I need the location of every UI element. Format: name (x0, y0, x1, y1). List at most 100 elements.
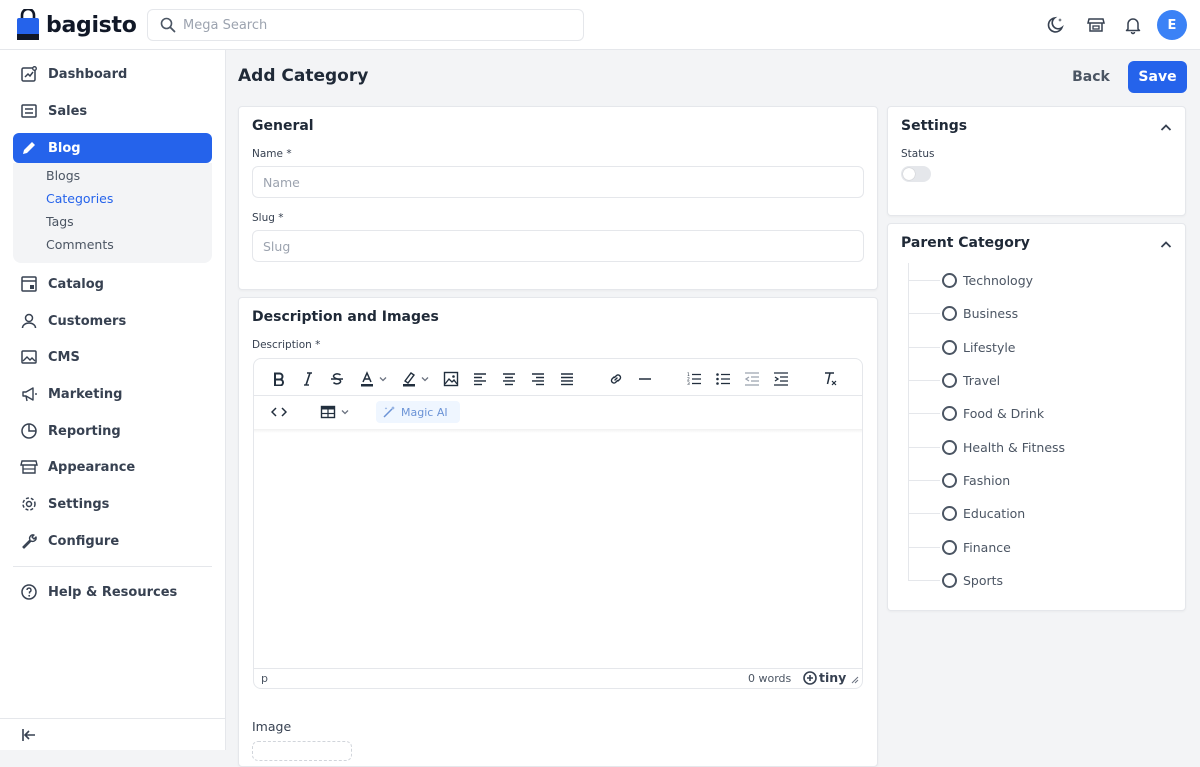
radio-button[interactable] (942, 539, 957, 555)
radio-button[interactable] (942, 339, 957, 355)
category-option[interactable]: Lifestyle (908, 337, 1016, 357)
category-option-label: Food & Drink (963, 405, 1045, 421)
align-left-icon[interactable] (468, 367, 492, 391)
submenu-tags[interactable]: Tags (46, 214, 74, 229)
save-button[interactable]: Save (1128, 61, 1187, 93)
align-center-icon[interactable] (497, 367, 521, 391)
help-icon (19, 582, 39, 602)
logo[interactable]: bagisto (16, 9, 137, 41)
catalog-icon (19, 274, 39, 294)
nav-label: Customers (48, 313, 127, 329)
source-code-icon[interactable] (267, 400, 291, 424)
back-button[interactable]: Back (1064, 62, 1118, 92)
chevron-down-icon[interactable] (338, 400, 352, 424)
nav-catalog[interactable]: Catalog (13, 269, 212, 299)
word-count[interactable]: 0 words (748, 672, 791, 685)
mega-search[interactable] (147, 9, 584, 41)
nav-configure[interactable]: Configure (13, 526, 212, 556)
radio-button[interactable] (942, 572, 957, 588)
notification-bell-icon[interactable] (1122, 14, 1144, 36)
category-option-label: Health & Fitness (963, 439, 1066, 455)
tree-branch (908, 579, 940, 581)
table-icon[interactable] (316, 400, 340, 424)
status-toggle[interactable] (901, 166, 931, 182)
category-option[interactable]: Health & Fitness (908, 437, 1065, 457)
radio-button[interactable] (942, 439, 957, 455)
category-option[interactable]: Finance (908, 537, 1011, 557)
name-input[interactable] (252, 166, 864, 198)
submenu-categories[interactable]: Categories (46, 191, 113, 206)
resize-handle-icon[interactable] (851, 676, 859, 684)
nav-blog[interactable]: Blog (13, 133, 212, 163)
chevron-up-icon[interactable] (1158, 120, 1174, 136)
chevron-down-icon[interactable] (376, 367, 390, 391)
insert-image-icon[interactable] (439, 367, 463, 391)
nav-label: CMS (48, 349, 80, 365)
category-option[interactable]: Food & Drink (908, 403, 1044, 423)
align-justify-icon[interactable] (555, 367, 579, 391)
category-option[interactable]: Travel (908, 370, 1000, 390)
rich-text-editor: 123 Magic AI p 0 words tiny (253, 358, 863, 689)
nav-dashboard[interactable]: Dashboard (13, 59, 212, 89)
nav-reporting[interactable]: Reporting (13, 416, 212, 446)
category-option-label: Education (963, 505, 1026, 521)
nav-label: Configure (48, 533, 120, 549)
radio-button[interactable] (942, 472, 957, 488)
tree-branch (908, 412, 940, 414)
category-option-label: Business (963, 305, 1019, 321)
tiny-brand-link[interactable]: tiny (803, 670, 846, 685)
nav-sales[interactable]: Sales (13, 96, 212, 126)
radio-button[interactable] (942, 505, 957, 521)
numbered-list-icon[interactable]: 123 (682, 367, 706, 391)
link-icon[interactable] (604, 367, 628, 391)
nav-cms[interactable]: CMS (13, 342, 212, 372)
chevron-up-icon[interactable] (1158, 237, 1174, 253)
category-option[interactable]: Fashion (908, 470, 1010, 490)
tree-branch (908, 279, 940, 281)
nav-customers[interactable]: Customers (13, 306, 212, 336)
radio-button[interactable] (942, 372, 957, 388)
search-input[interactable] (183, 17, 563, 33)
radio-button[interactable] (942, 305, 957, 321)
submenu-comments[interactable]: Comments (46, 237, 114, 252)
nav-settings[interactable]: Settings (13, 489, 212, 519)
indent-icon[interactable] (769, 367, 793, 391)
toggle-knob (903, 168, 915, 180)
image-upload-area[interactable] (252, 741, 352, 761)
chevron-down-icon[interactable] (418, 367, 432, 391)
dark-mode-icon[interactable] (1045, 14, 1067, 36)
italic-icon[interactable] (296, 367, 320, 391)
magic-ai-button[interactable]: Magic AI (376, 401, 460, 423)
description-label: Description * (252, 339, 321, 351)
nav-help-resources[interactable]: Help & Resources (13, 577, 212, 607)
editor-status-bar: p 0 words tiny (254, 668, 862, 688)
bullet-list-icon[interactable] (711, 367, 735, 391)
category-option[interactable]: Business (908, 303, 1018, 323)
horizontal-rule-icon[interactable] (633, 367, 657, 391)
storefront-icon[interactable] (1085, 14, 1107, 36)
editor-content-area[interactable] (254, 431, 862, 667)
element-path[interactable]: p (261, 672, 268, 685)
radio-button[interactable] (942, 272, 957, 288)
tiny-logo-icon (803, 670, 817, 685)
collapse-icon (20, 726, 38, 744)
outdent-icon[interactable] (740, 367, 764, 391)
category-option[interactable]: Technology (908, 270, 1033, 290)
strikethrough-icon[interactable] (325, 367, 349, 391)
slug-input[interactable] (252, 230, 864, 262)
nav-label: Catalog (48, 276, 104, 292)
nav-appearance[interactable]: Appearance (13, 452, 212, 482)
submenu-blogs[interactable]: Blogs (46, 168, 80, 183)
nav-marketing[interactable]: Marketing (13, 379, 212, 409)
clear-formatting-icon[interactable] (818, 367, 842, 391)
collapse-sidebar-button[interactable] (0, 718, 226, 750)
category-option[interactable]: Education (908, 503, 1025, 523)
category-option[interactable]: Sports (908, 570, 1003, 590)
user-avatar[interactable]: E (1157, 10, 1187, 40)
align-right-icon[interactable] (526, 367, 550, 391)
tree-branch (908, 312, 940, 314)
bold-icon[interactable] (267, 367, 291, 391)
radio-button[interactable] (942, 405, 957, 421)
nav-label: Settings (48, 496, 110, 512)
wrench-icon (19, 531, 39, 551)
